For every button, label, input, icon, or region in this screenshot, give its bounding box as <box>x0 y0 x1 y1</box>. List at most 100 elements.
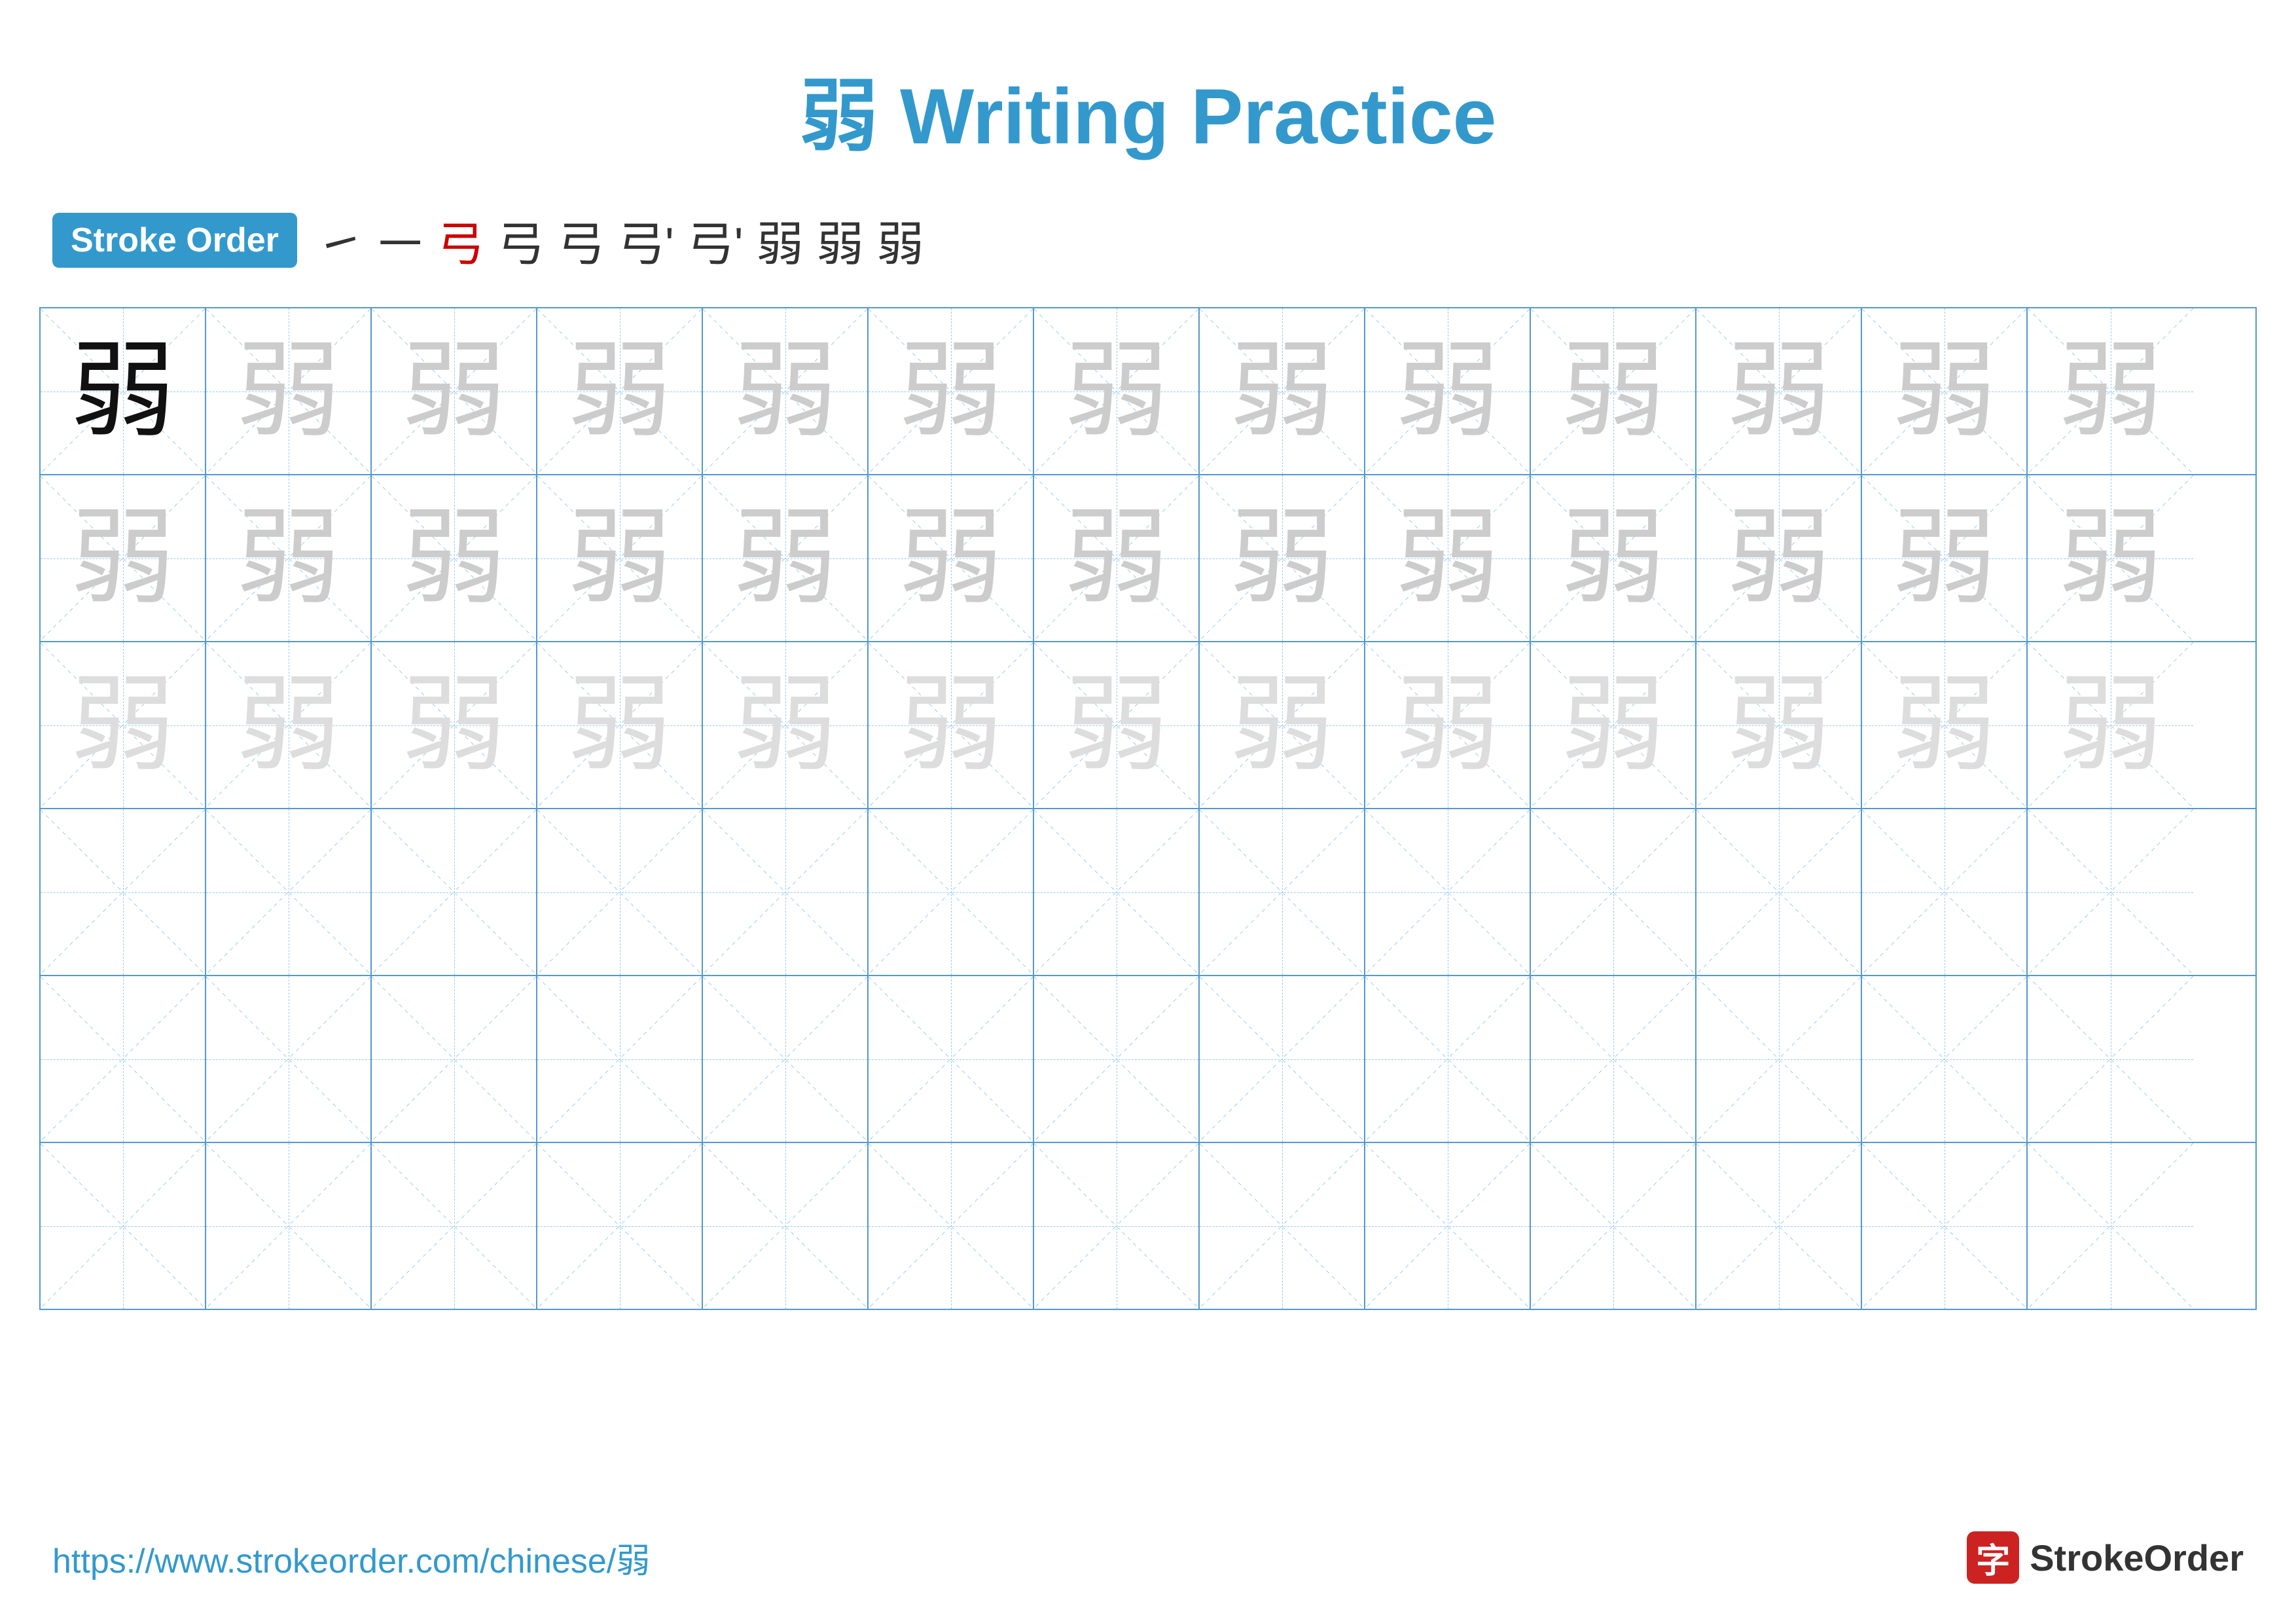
cell-4-13[interactable] <box>2028 809 2193 975</box>
practice-char: 弱 <box>2058 506 2162 611</box>
cell-5-8[interactable] <box>1200 976 1365 1142</box>
cell-1-2[interactable]: 弱 <box>206 308 372 474</box>
cell-5-11[interactable] <box>1696 976 1862 1142</box>
cell-3-13[interactable]: 弱 <box>2028 642 2193 808</box>
cell-6-2[interactable] <box>206 1143 372 1309</box>
cell-5-3[interactable] <box>372 976 537 1142</box>
cell-6-3[interactable] <box>372 1143 537 1309</box>
cell-1-9[interactable]: 弱 <box>1365 308 1531 474</box>
cell-1-11[interactable]: 弱 <box>1696 308 1862 474</box>
cell-4-4[interactable] <box>537 809 703 975</box>
cell-4-8[interactable] <box>1200 809 1365 975</box>
cell-5-1[interactable] <box>41 976 206 1142</box>
cell-3-2[interactable]: 弱 <box>206 642 372 808</box>
cell-2-2[interactable]: 弱 <box>206 475 372 641</box>
cell-1-1[interactable]: 弱 <box>41 308 206 474</box>
grid-row-2: 弱 弱 弱 弱 <box>41 475 2255 642</box>
cell-6-10[interactable] <box>1531 1143 1696 1309</box>
practice-char-light: 弱 <box>236 339 340 444</box>
cell-4-7[interactable] <box>1034 809 1200 975</box>
cell-2-8[interactable]: 弱 <box>1200 475 1365 641</box>
cell-3-1[interactable]: 弱 <box>41 642 206 808</box>
cell-2-6[interactable]: 弱 <box>869 475 1034 641</box>
cell-3-4[interactable]: 弱 <box>537 642 703 808</box>
cell-4-10[interactable] <box>1531 809 1696 975</box>
grid-row-4 <box>41 809 2255 976</box>
practice-char: 弱 <box>567 673 672 778</box>
cell-2-10[interactable]: 弱 <box>1531 475 1696 641</box>
cell-4-3[interactable] <box>372 809 537 975</box>
logo-text: StrokeOrder <box>2030 1537 2244 1579</box>
cell-3-3[interactable]: 弱 <box>372 642 537 808</box>
cell-3-6[interactable]: 弱 <box>869 642 1034 808</box>
practice-char: 弱 <box>401 673 506 778</box>
cell-1-7[interactable]: 弱 <box>1034 308 1200 474</box>
cell-4-2[interactable] <box>206 809 372 975</box>
practice-char: 弱 <box>70 673 175 778</box>
cell-2-7[interactable]: 弱 <box>1034 475 1200 641</box>
cell-1-5[interactable]: 弱 <box>703 308 869 474</box>
cell-6-1[interactable] <box>41 1143 206 1309</box>
cell-1-6[interactable]: 弱 <box>869 308 1034 474</box>
cell-4-11[interactable] <box>1696 809 1862 975</box>
cell-2-3[interactable]: 弱 <box>372 475 537 641</box>
practice-char: 弱 <box>1726 506 1831 611</box>
footer-logo: 字 StrokeOrder <box>1967 1531 2244 1584</box>
cell-5-7[interactable] <box>1034 976 1200 1142</box>
cell-5-2[interactable] <box>206 976 372 1142</box>
cell-4-9[interactable] <box>1365 809 1531 975</box>
cell-5-6[interactable] <box>869 976 1034 1142</box>
cell-6-8[interactable] <box>1200 1143 1365 1309</box>
cell-3-5[interactable]: 弱 <box>703 642 869 808</box>
cell-5-9[interactable] <box>1365 976 1531 1142</box>
practice-char: 弱 <box>1395 506 1499 611</box>
cell-3-12[interactable]: 弱 <box>1862 642 2028 808</box>
cell-3-10[interactable]: 弱 <box>1531 642 1696 808</box>
cell-5-10[interactable] <box>1531 976 1696 1142</box>
cell-6-5[interactable] <box>703 1143 869 1309</box>
cell-1-4[interactable]: 弱 <box>537 308 703 474</box>
cell-2-12[interactable]: 弱 <box>1862 475 2028 641</box>
cell-1-13[interactable]: 弱 <box>2028 308 2193 474</box>
cell-6-6[interactable] <box>869 1143 1034 1309</box>
cell-5-5[interactable] <box>703 976 869 1142</box>
practice-char: 弱 <box>567 506 672 611</box>
grid-row-3: 弱 弱 弱 弱 <box>41 642 2255 809</box>
cell-5-13[interactable] <box>2028 976 2193 1142</box>
cell-3-7[interactable]: 弱 <box>1034 642 1200 808</box>
cell-4-5[interactable] <box>703 809 869 975</box>
cell-4-6[interactable] <box>869 809 1034 975</box>
cell-4-1[interactable] <box>41 809 206 975</box>
cell-3-9[interactable]: 弱 <box>1365 642 1531 808</box>
cell-6-7[interactable] <box>1034 1143 1200 1309</box>
cell-3-8[interactable]: 弱 <box>1200 642 1365 808</box>
cell-6-11[interactable] <box>1696 1143 1862 1309</box>
practice-char-light: 弱 <box>732 339 837 444</box>
cell-5-4[interactable] <box>537 976 703 1142</box>
practice-char-light: 弱 <box>567 339 672 444</box>
cell-1-10[interactable]: 弱 <box>1531 308 1696 474</box>
practice-char-light: 弱 <box>1892 339 1996 444</box>
cell-2-9[interactable]: 弱 <box>1365 475 1531 641</box>
cell-2-5[interactable]: 弱 <box>703 475 869 641</box>
stroke-7: 弓' <box>687 206 744 274</box>
cell-6-13[interactable] <box>2028 1143 2193 1309</box>
cell-2-1[interactable]: 弱 <box>41 475 206 641</box>
cell-3-11[interactable]: 弱 <box>1696 642 1862 808</box>
cell-1-8[interactable]: 弱 <box>1200 308 1365 474</box>
cell-5-12[interactable] <box>1862 976 2028 1142</box>
cell-1-3[interactable]: 弱 <box>372 308 537 474</box>
cell-2-11[interactable]: 弱 <box>1696 475 1862 641</box>
practice-char: 弱 <box>236 673 340 778</box>
cell-4-12[interactable] <box>1862 809 2028 975</box>
cell-6-4[interactable] <box>537 1143 703 1309</box>
cell-1-12[interactable]: 弱 <box>1862 308 2028 474</box>
footer-url[interactable]: https://www.strokeorder.com/chinese/弱 <box>52 1533 650 1582</box>
cell-2-4[interactable]: 弱 <box>537 475 703 641</box>
cell-2-13[interactable]: 弱 <box>2028 475 2193 641</box>
cell-6-9[interactable] <box>1365 1143 1531 1309</box>
practice-char: 弱 <box>2058 673 2162 778</box>
cell-6-12[interactable] <box>1862 1143 2028 1309</box>
practice-char: 弱 <box>1064 673 1168 778</box>
grid-row-1: 弱 弱 弱 弱 <box>41 308 2255 475</box>
